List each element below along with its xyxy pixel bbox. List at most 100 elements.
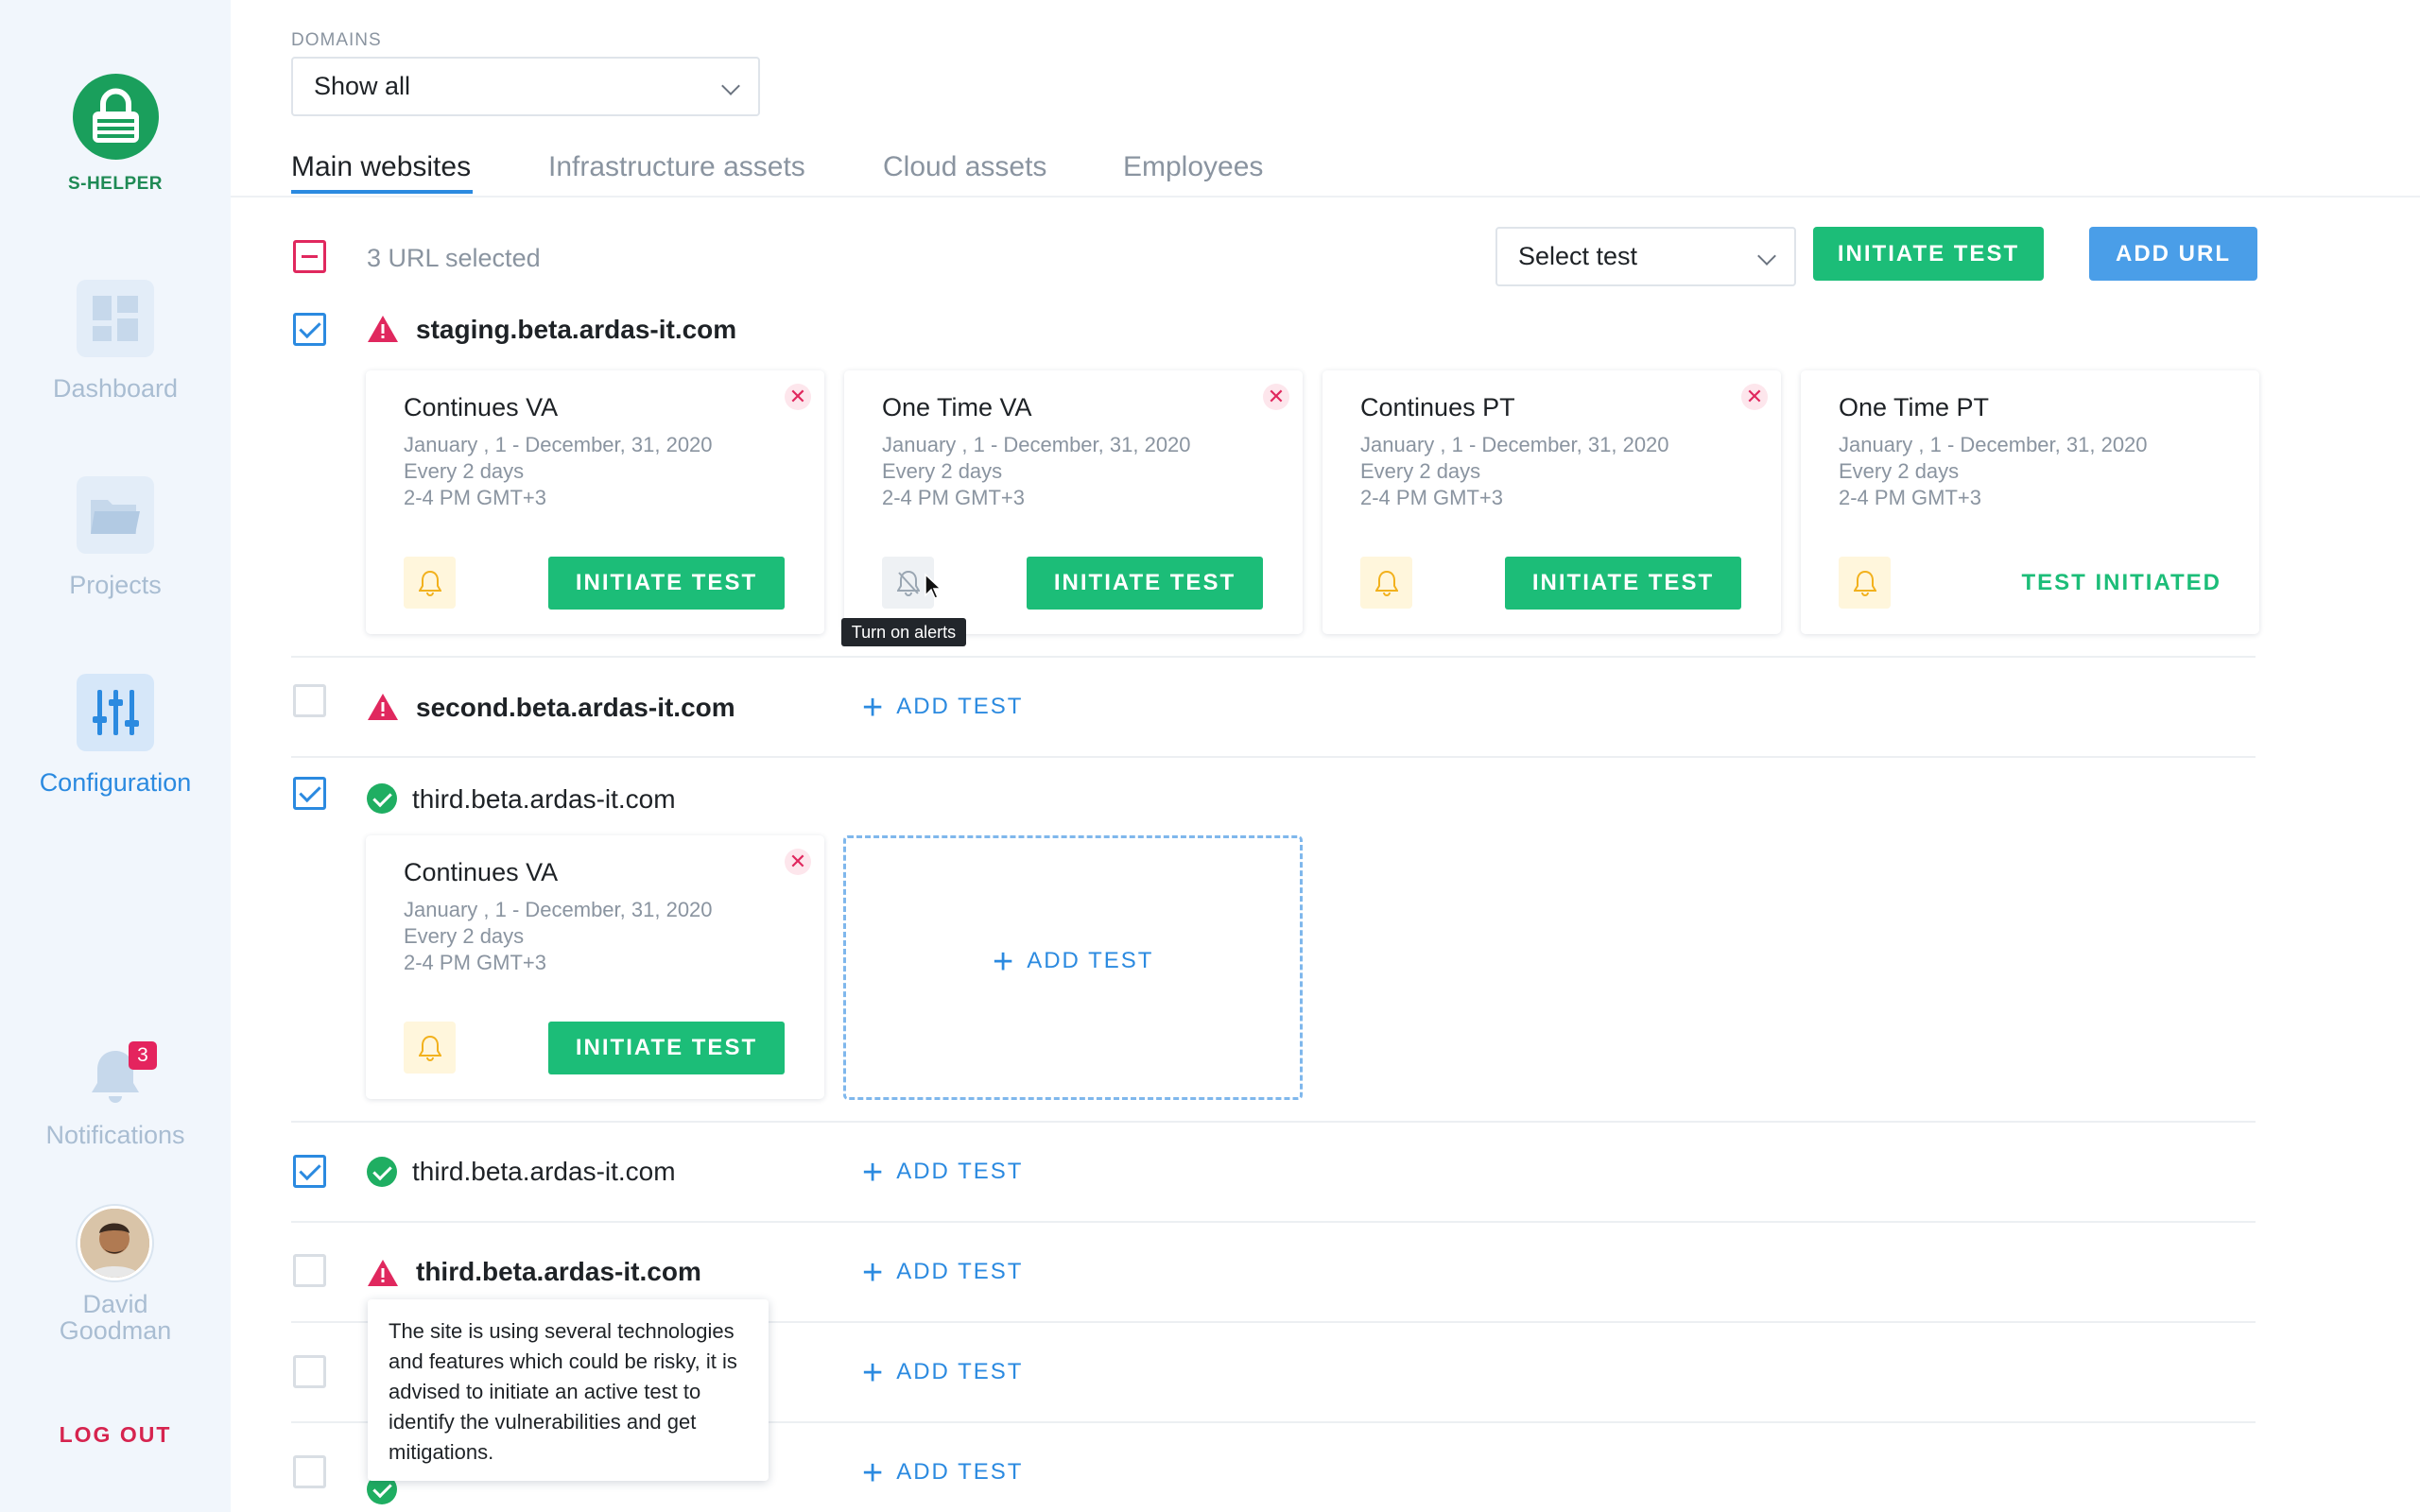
add-test-label: ADD TEST xyxy=(896,1459,1024,1485)
row-hostname[interactable]: third.beta.ardas-it.com xyxy=(412,784,676,815)
row-hostname[interactable]: third.beta.ardas-it.com xyxy=(416,1257,701,1287)
selected-count: 3 URL selected xyxy=(367,244,541,272)
card-time: 2-4 PM GMT+3 xyxy=(1360,486,1503,509)
row-checkbox[interactable] xyxy=(293,1254,326,1287)
warning-icon xyxy=(368,694,398,720)
test-card: One Time PT January , 1 - December, 31, … xyxy=(1801,370,2259,634)
row-divider xyxy=(291,1221,2256,1223)
add-test-button[interactable]: + ADD TEST xyxy=(862,1453,1023,1494)
card-title: One Time VA xyxy=(882,393,1032,421)
add-test-label: ADD TEST xyxy=(896,1259,1024,1284)
sliders-icon xyxy=(77,674,154,751)
alerts-tooltip: Turn on alerts xyxy=(841,618,966,646)
add-test-button[interactable]: + ADD TEST xyxy=(862,1153,1023,1194)
tab-cloud-assets[interactable]: Cloud assets xyxy=(883,151,1046,183)
card-initiate-test-button[interactable]: INITIATE TEST xyxy=(548,557,785,610)
row-checkbox[interactable] xyxy=(293,777,326,810)
add-test-button[interactable]: + ADD TEST xyxy=(993,942,1153,983)
user-last-name: Goodman xyxy=(59,1316,172,1345)
bell-icon[interactable] xyxy=(404,1022,456,1074)
add-test-button[interactable]: + ADD TEST xyxy=(862,1353,1023,1394)
nav-dashboard[interactable]: Dashboard xyxy=(0,280,231,407)
card-dates: January , 1 - December, 31, 2020 xyxy=(1360,433,1669,456)
risk-tooltip: The site is using several technologies a… xyxy=(368,1299,769,1481)
select-test-dropdown[interactable]: Select test xyxy=(1495,227,1796,286)
close-icon[interactable]: ✕ xyxy=(1741,384,1768,410)
card-dates: January , 1 - December, 31, 2020 xyxy=(404,433,713,456)
row-checkbox[interactable] xyxy=(293,313,326,346)
select-test-value: Select test xyxy=(1518,242,1638,270)
test-card: Continues VA January , 1 - December, 31,… xyxy=(366,370,824,634)
card-time: 2-4 PM GMT+3 xyxy=(404,486,546,509)
card-time: 2-4 PM GMT+3 xyxy=(882,486,1025,509)
close-icon[interactable]: ✕ xyxy=(1263,384,1289,410)
tab-employees[interactable]: Employees xyxy=(1123,151,1263,183)
card-title: One Time PT xyxy=(1839,393,1990,421)
active-tab-indicator xyxy=(291,190,473,194)
nav-projects[interactable]: Projects xyxy=(0,476,231,604)
user-name: David Goodman xyxy=(0,1291,231,1344)
plus-icon: + xyxy=(862,1253,884,1293)
nav-configuration[interactable]: Configuration xyxy=(0,674,231,801)
domains-select[interactable]: Show all xyxy=(291,57,760,116)
bell-icon[interactable] xyxy=(404,557,456,609)
nav-dashboard-label: Dashboard xyxy=(52,374,179,403)
row-hostname[interactable]: third.beta.ardas-it.com xyxy=(412,1157,676,1187)
tab-infrastructure-assets[interactable]: Infrastructure assets xyxy=(548,151,805,183)
test-card: Continues VA January , 1 - December, 31,… xyxy=(366,835,824,1099)
card-dates: January , 1 - December, 31, 2020 xyxy=(882,433,1191,456)
warning-icon xyxy=(368,1260,398,1286)
add-test-label: ADD TEST xyxy=(896,1359,1024,1384)
chevron-down-icon xyxy=(721,77,740,95)
add-test-label: ADD TEST xyxy=(896,694,1024,719)
row-checkbox[interactable] xyxy=(293,1355,326,1388)
add-test-button[interactable]: + ADD TEST xyxy=(862,688,1023,729)
domains-label: DOMAINS xyxy=(291,30,382,50)
add-test-dropzone[interactable]: + ADD TEST xyxy=(843,835,1303,1100)
row-divider xyxy=(291,756,2256,758)
bell-icon[interactable] xyxy=(1360,557,1412,609)
card-dates: January , 1 - December, 31, 2020 xyxy=(1839,433,2148,456)
row-checkbox[interactable] xyxy=(293,1455,326,1488)
row-hostname[interactable]: staging.beta.ardas-it.com xyxy=(416,315,736,345)
card-time: 2-4 PM GMT+3 xyxy=(404,951,546,974)
folder-icon xyxy=(77,476,154,554)
card-time: 2-4 PM GMT+3 xyxy=(1839,486,1981,509)
mouse-cursor-icon xyxy=(925,573,942,599)
card-title: Continues VA xyxy=(404,858,559,886)
card-initiate-test-button[interactable]: INITIATE TEST xyxy=(1027,557,1263,610)
card-title: Continues PT xyxy=(1360,393,1515,421)
row-divider xyxy=(291,1121,2256,1123)
plus-icon: + xyxy=(862,1153,884,1193)
user-first-name: David xyxy=(82,1290,148,1318)
brand-name: S-HELPER xyxy=(67,174,164,194)
plus-icon: + xyxy=(862,1453,884,1493)
lock-logo-icon xyxy=(73,74,159,160)
test-initiated-status: TEST INITIATED xyxy=(2021,570,2221,595)
nav-projects-label: Projects xyxy=(69,571,162,599)
test-card: One Time VA January , 1 - December, 31, … xyxy=(844,370,1303,634)
nav-configuration-label: Configuration xyxy=(39,768,192,797)
add-test-label: ADD TEST xyxy=(1027,948,1154,973)
row-checkbox[interactable] xyxy=(293,1155,326,1188)
row-checkbox[interactable] xyxy=(293,684,326,717)
select-all-checkbox[interactable] xyxy=(293,240,326,273)
plus-icon: + xyxy=(862,1353,884,1393)
tab-main-websites[interactable]: Main websites xyxy=(291,151,471,183)
card-initiate-test-button[interactable]: INITIATE TEST xyxy=(1505,557,1741,610)
card-frequency: Every 2 days xyxy=(882,459,1003,483)
card-frequency: Every 2 days xyxy=(1360,459,1481,483)
logout-button[interactable]: LOG OUT xyxy=(0,1422,231,1448)
avatar[interactable] xyxy=(78,1206,152,1280)
warning-icon xyxy=(368,316,398,342)
add-url-button[interactable]: ADD URL xyxy=(2089,227,2257,281)
row-hostname[interactable]: second.beta.ardas-it.com xyxy=(416,693,735,723)
bell-icon[interactable] xyxy=(1839,557,1891,609)
card-title: Continues VA xyxy=(404,393,559,421)
close-icon[interactable]: ✕ xyxy=(785,849,811,875)
card-initiate-test-button[interactable]: INITIATE TEST xyxy=(548,1022,785,1074)
add-test-button[interactable]: + ADD TEST xyxy=(862,1253,1023,1294)
dashboard-icon xyxy=(77,280,154,357)
initiate-test-button[interactable]: INITIATE TEST xyxy=(1813,227,2044,281)
close-icon[interactable]: ✕ xyxy=(785,384,811,410)
